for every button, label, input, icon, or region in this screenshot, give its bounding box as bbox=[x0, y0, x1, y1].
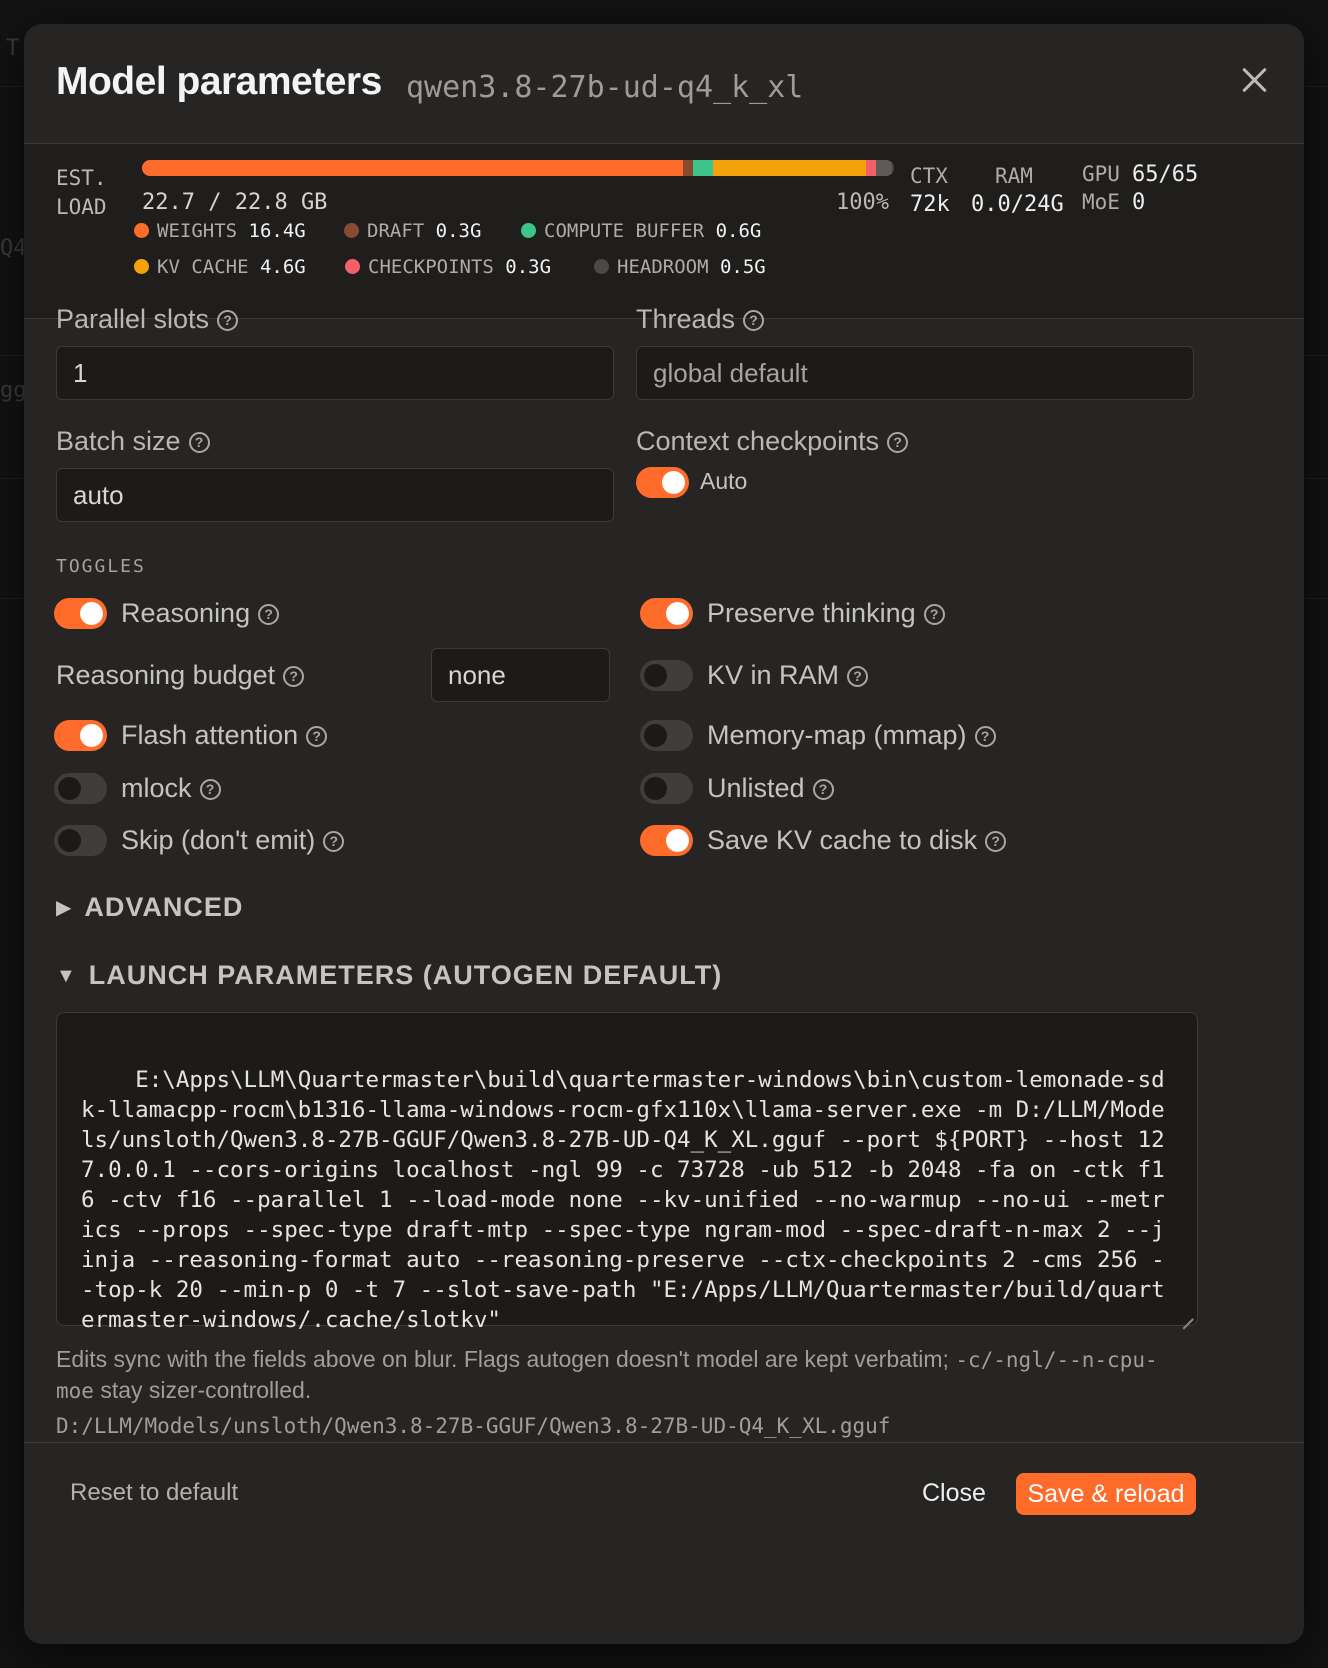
preserve-thinking-label: Preserve thinking? bbox=[707, 598, 945, 629]
legend-dot bbox=[345, 259, 360, 274]
load-bar-segment-draft bbox=[683, 160, 694, 176]
reasoning-budget-input[interactable]: none bbox=[431, 648, 610, 702]
model-parameters-dialog: Model parameters qwen3.8-27b-ud-q4_k_xl … bbox=[24, 24, 1304, 1644]
moe-label: MoE bbox=[1082, 190, 1120, 214]
load-bar-segment-kv bbox=[712, 160, 867, 176]
help-icon[interactable]: ? bbox=[323, 831, 345, 852]
save-kv-label: Save KV cache to disk? bbox=[707, 825, 1007, 856]
launch-command-textarea[interactable]: E:\Apps\LLM\Quartermaster\build\quarterm… bbox=[56, 1012, 1198, 1333]
skip-toggle[interactable] bbox=[54, 825, 107, 856]
launch-parameters-disclosure[interactable]: ▼ LAUNCH PARAMETERS (AUTOGEN DEFAULT) bbox=[56, 960, 722, 991]
load-bar-segment-headroom bbox=[875, 160, 893, 176]
kv-in-ram-label: KV in RAM? bbox=[707, 660, 869, 691]
est-load-label: EST. LOAD bbox=[56, 166, 107, 219]
caret-down-icon: ▼ bbox=[56, 965, 77, 987]
help-icon[interactable]: ? bbox=[743, 310, 765, 331]
help-icon[interactable]: ? bbox=[812, 779, 834, 800]
moe-value: 0 bbox=[1132, 190, 1146, 215]
reasoning-toggle[interactable] bbox=[54, 598, 107, 629]
batch-size-input[interactable]: auto bbox=[56, 468, 614, 522]
load-bar-segment-checkpoints bbox=[866, 160, 876, 176]
advanced-disclosure[interactable]: ▶ ADVANCED bbox=[56, 892, 243, 923]
kv-in-ram-toggle[interactable] bbox=[640, 660, 693, 691]
ram-label: RAM bbox=[995, 164, 1033, 188]
caret-right-icon: ▶ bbox=[56, 897, 73, 919]
resize-handle-icon[interactable] bbox=[1181, 1309, 1193, 1321]
load-bar-segment-weights bbox=[142, 160, 684, 176]
model-id: qwen3.8-27b-ud-q4_k_xl bbox=[406, 70, 804, 105]
dialog-header: Model parameters qwen3.8-27b-ud-q4_k_xl bbox=[24, 24, 1304, 144]
load-bar-segment-compute bbox=[693, 160, 713, 176]
gpu-label: GPU bbox=[1082, 162, 1120, 186]
reasoning-budget-label: Reasoning budget? bbox=[56, 660, 305, 691]
close-button[interactable]: Close bbox=[922, 1479, 986, 1508]
estimated-load-panel: EST. LOAD 22.7 / 22.8 GB 100% WEIGHTS 16… bbox=[24, 144, 1304, 319]
legend-draft: DRAFT 0.3G bbox=[344, 220, 481, 242]
context-checkpoints-auto-label: Auto bbox=[700, 468, 748, 494]
help-icon[interactable]: ? bbox=[985, 831, 1007, 852]
help-icon[interactable]: ? bbox=[283, 666, 305, 687]
legend-kv-cache: KV CACHE 4.6G bbox=[134, 256, 306, 278]
help-icon[interactable]: ? bbox=[258, 604, 280, 625]
legend-dot bbox=[344, 223, 359, 238]
launch-help-text: Edits sync with the fields above on blur… bbox=[56, 1346, 1158, 1403]
launch-command-text: E:\Apps\LLM\Quartermaster\build\quarterm… bbox=[81, 1067, 1165, 1333]
dialog-title: Model parameters bbox=[56, 60, 382, 103]
mlock-label: mlock? bbox=[121, 773, 221, 804]
context-checkpoints-label: Context checkpoints? bbox=[636, 426, 909, 457]
model-path: D:/LLM/Models/unsloth/Qwen3.8-27B-GGUF/Q… bbox=[56, 1414, 891, 1438]
help-icon[interactable]: ? bbox=[974, 726, 996, 747]
legend-checkpoints: CHECKPOINTS 0.3G bbox=[345, 256, 551, 278]
legend-compute-buffer: COMPUTE BUFFER 0.6G bbox=[521, 220, 761, 242]
context-checkpoints-auto-toggle[interactable] bbox=[636, 467, 689, 498]
save-reload-button[interactable]: Save & reload bbox=[1016, 1473, 1196, 1515]
help-icon[interactable]: ? bbox=[923, 604, 945, 625]
load-value: 22.7 / 22.8 GB bbox=[142, 190, 328, 215]
unlisted-label: Unlisted? bbox=[707, 773, 834, 804]
dialog-footer: Reset to default Close Save & reload bbox=[24, 1442, 1304, 1644]
threads-input[interactable]: global default bbox=[636, 346, 1194, 400]
flash-attention-toggle[interactable] bbox=[54, 720, 107, 751]
parallel-slots-input[interactable]: 1 bbox=[56, 346, 614, 400]
legend-dot bbox=[134, 259, 149, 274]
reasoning-label: Reasoning? bbox=[121, 598, 280, 629]
help-icon[interactable]: ? bbox=[217, 310, 239, 331]
help-icon[interactable]: ? bbox=[306, 726, 328, 747]
load-bar bbox=[142, 160, 894, 176]
legend-dot bbox=[521, 223, 536, 238]
threads-label: Threads? bbox=[636, 304, 765, 335]
help-icon[interactable]: ? bbox=[199, 779, 221, 800]
close-icon[interactable] bbox=[1234, 60, 1274, 100]
parallel-slots-label: Parallel slots? bbox=[56, 304, 239, 335]
unlisted-toggle[interactable] bbox=[640, 773, 693, 804]
skip-label: Skip (don't emit)? bbox=[121, 825, 345, 856]
legend-dot bbox=[134, 223, 149, 238]
preserve-thinking-toggle[interactable] bbox=[640, 598, 693, 629]
gpu-value: 65/65 bbox=[1132, 162, 1199, 187]
load-percent: 100% bbox=[836, 190, 889, 215]
legend-dot bbox=[594, 259, 609, 274]
flash-attention-label: Flash attention? bbox=[121, 720, 328, 751]
legend-headroom: HEADROOM 0.5G bbox=[594, 256, 766, 278]
help-icon[interactable]: ? bbox=[887, 432, 909, 453]
help-icon[interactable]: ? bbox=[188, 432, 210, 453]
mmap-toggle[interactable] bbox=[640, 720, 693, 751]
reset-to-default-button[interactable]: Reset to default bbox=[70, 1479, 238, 1507]
batch-size-label: Batch size? bbox=[56, 426, 210, 457]
ctx-label: CTX bbox=[910, 164, 948, 188]
toggles-section-caption: TOGGLES bbox=[56, 556, 146, 577]
ctx-value: 72k bbox=[910, 192, 950, 217]
mmap-label: Memory-map (mmap)? bbox=[707, 720, 996, 751]
save-kv-toggle[interactable] bbox=[640, 825, 693, 856]
legend-weights: WEIGHTS 16.4G bbox=[134, 220, 306, 242]
mlock-toggle[interactable] bbox=[54, 773, 107, 804]
help-icon[interactable]: ? bbox=[847, 666, 869, 687]
ram-value: 0.0/24G bbox=[971, 192, 1064, 217]
